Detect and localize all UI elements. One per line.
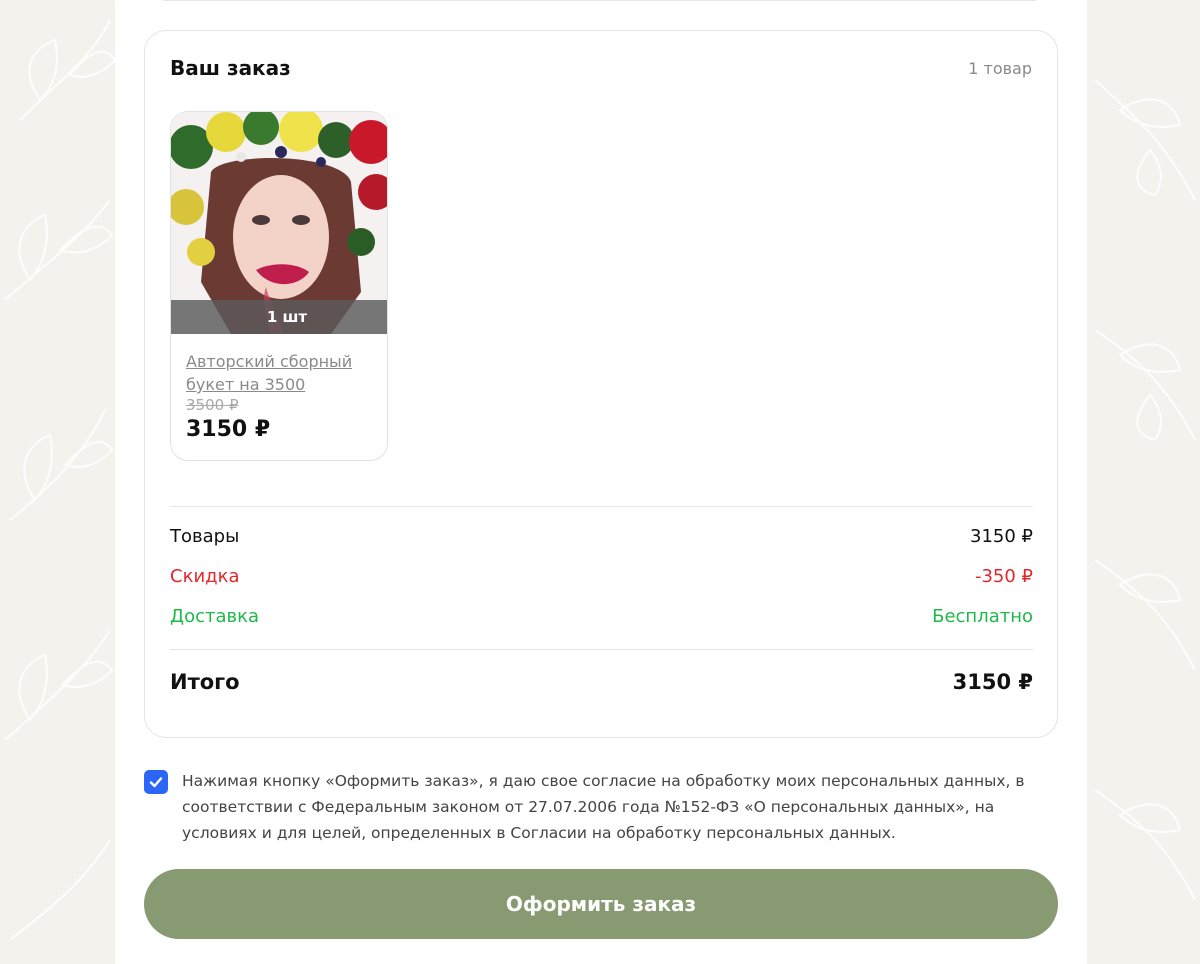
goods-value: 3150 ₽ [970, 526, 1033, 547]
product-image[interactable]: 1 шт [171, 112, 387, 334]
order-title: Ваш заказ [170, 56, 291, 80]
summary-goods-row: Товары 3150 ₽ [170, 526, 1033, 547]
total-value: 3150 ₽ [952, 670, 1033, 694]
delivery-value: Бесплатно [932, 606, 1033, 627]
order-item-count: 1 товар [968, 59, 1032, 78]
product-price: 3150 ₽ [186, 417, 271, 442]
checkmark-icon [149, 777, 163, 788]
discount-label: Скидка [170, 566, 240, 587]
delivery-label: Доставка [170, 606, 259, 627]
submit-order-button[interactable]: Оформить заказ [144, 869, 1058, 939]
discount-value: -350 ₽ [974, 566, 1033, 587]
summary-discount-row: Скидка -350 ₽ [170, 566, 1033, 587]
product-quantity: 1 шт [171, 300, 387, 334]
total-label: Итого [170, 670, 240, 694]
product-old-price: 3500 ₽ [186, 396, 239, 414]
divider [170, 506, 1033, 507]
divider [163, 0, 1036, 1]
product-name-link[interactable]: Авторский сборный букет на 3500 [186, 350, 376, 396]
consent-text: Нажимая кнопку «Оформить заказ», я даю с… [182, 772, 1025, 842]
divider [170, 649, 1033, 650]
consent-checkbox[interactable] [144, 770, 168, 794]
summary-total-row: Итого 3150 ₽ [170, 670, 1033, 694]
product-card[interactable]: 1 шт Авторский сборный букет на 3500 350… [170, 111, 388, 461]
goods-label: Товары [170, 526, 240, 547]
order-summary-card: Ваш заказ 1 товар 1 шт Авторский сборный… [144, 30, 1058, 738]
summary-delivery-row: Доставка Бесплатно [170, 606, 1033, 627]
